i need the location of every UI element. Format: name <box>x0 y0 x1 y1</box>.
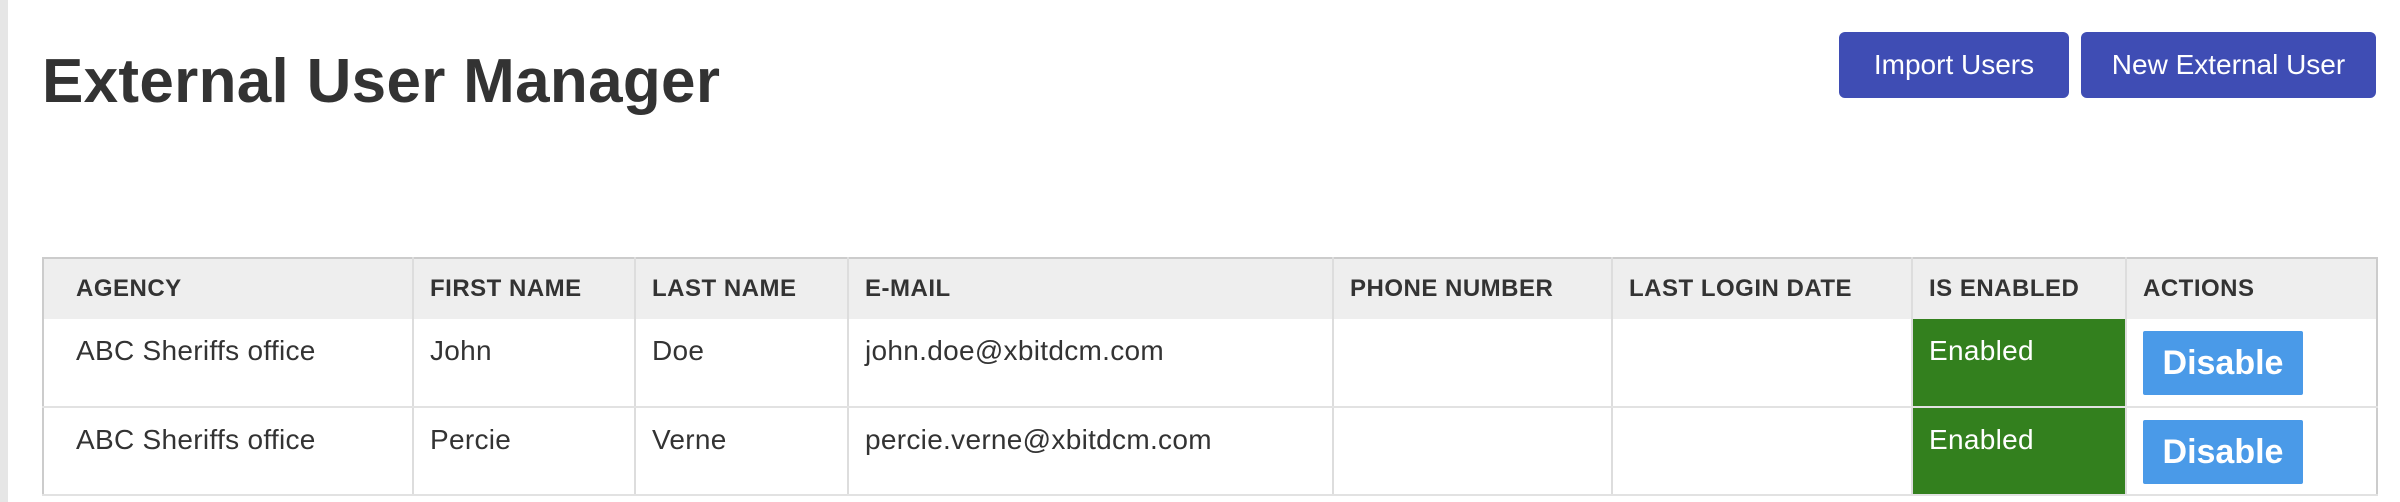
users-table: AGENCY FIRST NAME LAST NAME E-MAIL PHONE… <box>42 257 2378 496</box>
table-header-row: AGENCY FIRST NAME LAST NAME E-MAIL PHONE… <box>43 258 2377 319</box>
actions-cell: Disable <box>2126 407 2377 496</box>
first-name-cell: John <box>413 319 636 408</box>
left-border <box>0 0 8 502</box>
last-login-date-cell <box>1612 407 1913 496</box>
status-badge: Enabled <box>1912 319 2127 408</box>
column-header-first-name[interactable]: FIRST NAME <box>413 258 636 319</box>
table-row: ABC Sheriffs office John Doe john.doe@xb… <box>43 319 2377 408</box>
column-header-is-enabled[interactable]: IS ENABLED <box>1912 258 2127 319</box>
actions-cell: Disable <box>2126 319 2377 408</box>
agency-cell: ABC Sheriffs office <box>43 319 414 408</box>
table-row: ABC Sheriffs office Percie Verne percie.… <box>43 407 2377 496</box>
status-badge: Enabled <box>1912 407 2127 496</box>
email-cell: percie.verne@xbitdcm.com <box>848 407 1334 496</box>
new-external-user-button[interactable]: New External User <box>2081 32 2376 98</box>
column-header-last-login-date[interactable]: LAST LOGIN DATE <box>1612 258 1913 319</box>
last-login-date-cell <box>1612 319 1913 408</box>
agency-cell: ABC Sheriffs office <box>43 407 414 496</box>
last-name-cell: Verne <box>635 407 849 496</box>
disable-button[interactable]: Disable <box>2143 420 2303 484</box>
email-cell: john.doe@xbitdcm.com <box>848 319 1334 408</box>
phone-number-cell <box>1333 319 1613 408</box>
disable-button[interactable]: Disable <box>2143 331 2303 395</box>
column-header-agency[interactable]: AGENCY <box>43 258 414 319</box>
phone-number-cell <box>1333 407 1613 496</box>
column-header-last-name[interactable]: LAST NAME <box>635 258 849 319</box>
column-header-actions: ACTIONS <box>2126 258 2377 319</box>
first-name-cell: Percie <box>413 407 636 496</box>
column-header-phone-number[interactable]: PHONE NUMBER <box>1333 258 1613 319</box>
last-name-cell: Doe <box>635 319 849 408</box>
page-title: External User Manager <box>42 47 721 116</box>
import-users-button[interactable]: Import Users <box>1839 32 2069 98</box>
column-header-email[interactable]: E-MAIL <box>848 258 1334 319</box>
